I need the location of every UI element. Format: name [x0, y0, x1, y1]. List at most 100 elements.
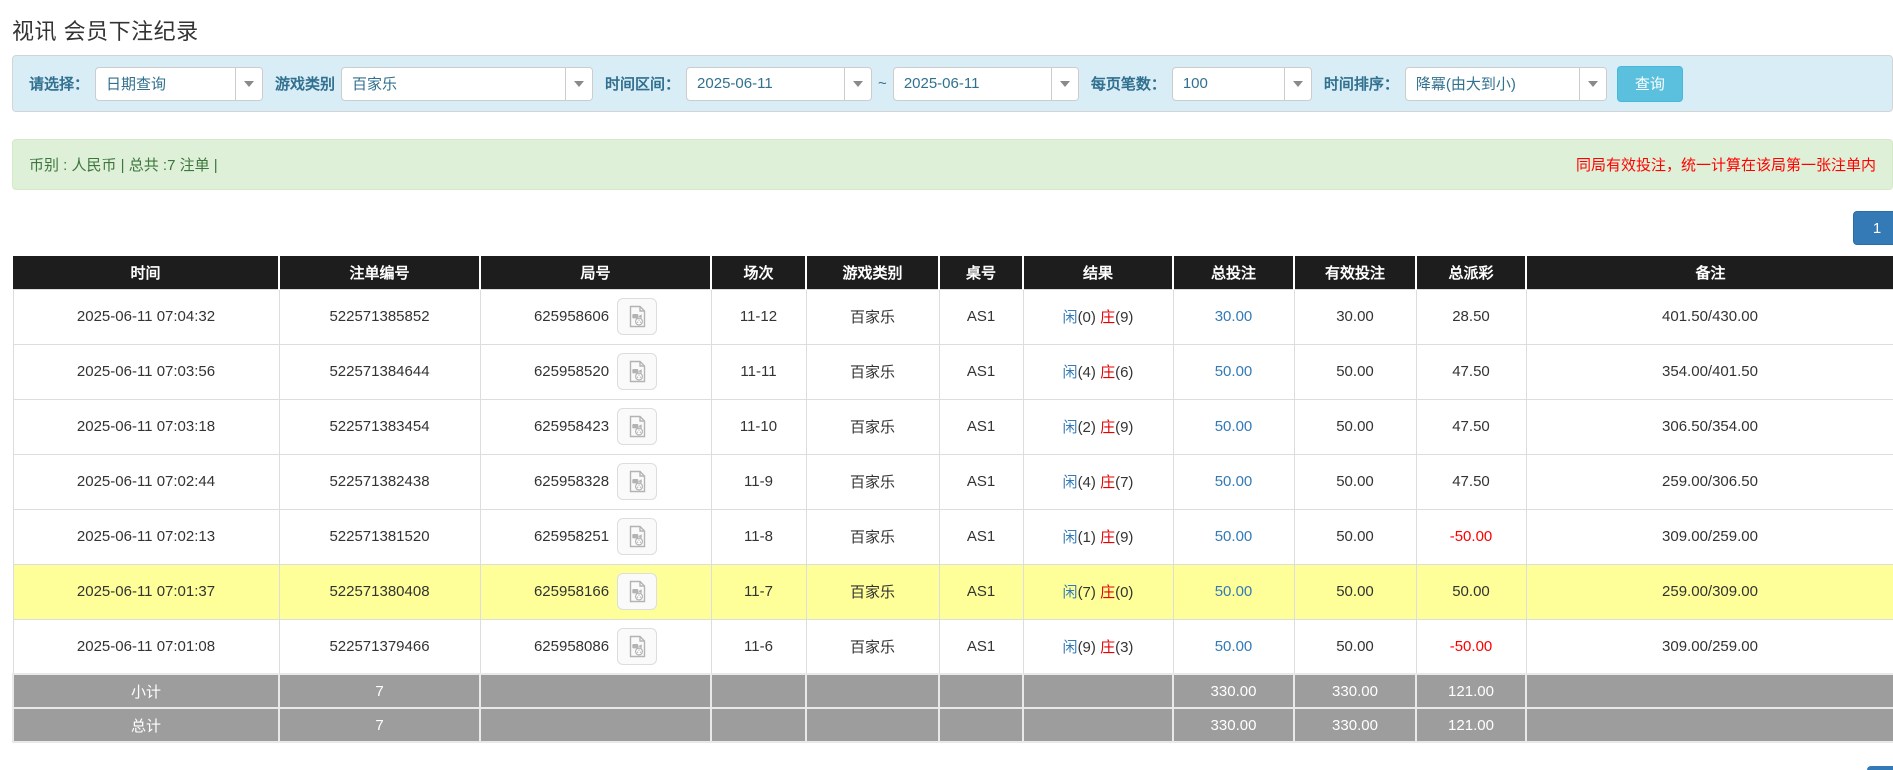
- column-header-7: 总投注: [1173, 256, 1294, 289]
- cell-result: 闲(7) 庄(0): [1023, 564, 1173, 619]
- total-bet-link[interactable]: 50.00: [1215, 363, 1253, 380]
- cell-result: 闲(2) 庄(9): [1023, 399, 1173, 454]
- subtotal-row-label: 小计: [13, 674, 279, 708]
- round-wrap: 625958166: [481, 573, 711, 610]
- total-bet-link[interactable]: 30.00: [1215, 308, 1253, 325]
- date-from-value: 2025-06-11: [687, 75, 844, 92]
- result-banker-label: 庄: [1100, 639, 1115, 656]
- cell-session: 11-11: [711, 344, 806, 399]
- round-wrap: 625958328: [481, 463, 711, 500]
- video-record-icon[interactable]: [617, 628, 657, 665]
- video-record-icon[interactable]: [617, 408, 657, 445]
- round-wrap: 625958423: [481, 408, 711, 445]
- currency-summary-text: 币别 : 人民币 | 总共 :7 注单 |: [29, 154, 218, 175]
- column-header-9: 总派彩: [1416, 256, 1526, 289]
- cell-valid-bet: 50.00: [1294, 344, 1416, 399]
- subtotal-row-valid-bet: 330.00: [1294, 674, 1416, 708]
- video-record-icon[interactable]: [617, 463, 657, 500]
- table-header: 时间注单编号局号场次游戏类别桌号结果总投注有效投注总派彩备注: [13, 256, 1893, 289]
- chevron-down-icon[interactable]: [844, 68, 871, 100]
- subtotal-row-empty-game: [806, 674, 939, 708]
- chevron-down-icon[interactable]: [1284, 68, 1311, 100]
- cell-note: 401.50/430.00: [1526, 289, 1893, 344]
- total-bet-link[interactable]: 50.00: [1215, 528, 1253, 545]
- cell-bet-id: 522571381520: [279, 509, 480, 564]
- cell-time: 2025-06-11 07:04:32: [13, 289, 279, 344]
- result-banker-label: 庄: [1100, 529, 1115, 546]
- result-banker-score: (9): [1115, 309, 1133, 326]
- pagination-bottom-partial[interactable]: [1867, 766, 1893, 770]
- chevron-down-icon[interactable]: [1579, 68, 1606, 100]
- per-page-select[interactable]: 100: [1172, 67, 1312, 101]
- round-number: 625958251: [534, 528, 609, 545]
- valid-bet-notice-text: 同局有效投注，统一计算在该局第一张注单内: [1576, 154, 1876, 175]
- pagination-page-button[interactable]: 1: [1853, 211, 1893, 245]
- query-type-value: 日期查询: [96, 73, 235, 94]
- cell-time: 2025-06-11 07:02:44: [13, 454, 279, 509]
- query-type-select[interactable]: 日期查询: [95, 67, 263, 101]
- cell-session: 11-8: [711, 509, 806, 564]
- cell-valid-bet: 30.00: [1294, 289, 1416, 344]
- total-row-empty-note: [1526, 708, 1893, 742]
- records-tbody: 2025-06-11 07:04:32522571385852625958606…: [13, 289, 1893, 742]
- cell-valid-bet: 50.00: [1294, 509, 1416, 564]
- cell-time: 2025-06-11 07:01:08: [13, 619, 279, 674]
- cell-total-bet: 50.00: [1173, 564, 1294, 619]
- round-number: 625958606: [534, 308, 609, 325]
- total-row-empty-session: [711, 708, 806, 742]
- cell-game-type: 百家乐: [806, 289, 939, 344]
- select-label: 请选择：: [29, 73, 89, 94]
- cell-table-no: AS1: [939, 399, 1023, 454]
- result-player-score: (1): [1078, 529, 1096, 546]
- chevron-down-icon[interactable]: [1051, 68, 1078, 100]
- cell-game-type: 百家乐: [806, 454, 939, 509]
- game-type-value: 百家乐: [342, 73, 565, 94]
- game-type-select[interactable]: 百家乐: [341, 67, 593, 101]
- cell-time: 2025-06-11 07:03:56: [13, 344, 279, 399]
- result-banker-label: 庄: [1100, 584, 1115, 601]
- cell-total-bet: 30.00: [1173, 289, 1294, 344]
- sort-label: 时间排序：: [1324, 73, 1399, 94]
- chevron-down-icon[interactable]: [235, 68, 262, 100]
- subtotal-row-payout: 121.00: [1416, 674, 1526, 708]
- cell-table-no: AS1: [939, 509, 1023, 564]
- sort-select[interactable]: 降冪(由大到小): [1405, 67, 1607, 101]
- cell-total-bet: 50.00: [1173, 399, 1294, 454]
- subtotal-row: 小计7330.00330.00121.00: [13, 674, 1893, 708]
- result-player-score: (9): [1078, 639, 1096, 656]
- cell-note: 259.00/309.00: [1526, 564, 1893, 619]
- cell-result: 闲(4) 庄(7): [1023, 454, 1173, 509]
- result-player-score: (0): [1078, 309, 1096, 326]
- video-record-icon[interactable]: [617, 298, 657, 335]
- date-from-select[interactable]: 2025-06-11: [686, 67, 872, 101]
- cell-time: 2025-06-11 07:03:18: [13, 399, 279, 454]
- video-record-icon[interactable]: [617, 518, 657, 555]
- cell-round-id: 625958166: [480, 564, 711, 619]
- cell-session: 11-7: [711, 564, 806, 619]
- video-record-icon[interactable]: [617, 573, 657, 610]
- subtotal-row-empty-session: [711, 674, 806, 708]
- result-banker-label: 庄: [1100, 474, 1115, 491]
- result-banker-score: (9): [1115, 529, 1133, 546]
- total-bet-link[interactable]: 50.00: [1215, 473, 1253, 490]
- round-number: 625958520: [534, 363, 609, 380]
- cell-payout: 28.50: [1416, 289, 1526, 344]
- cell-note: 309.00/259.00: [1526, 619, 1893, 674]
- sort-value: 降冪(由大到小): [1406, 73, 1579, 94]
- cell-note: 306.50/354.00: [1526, 399, 1893, 454]
- chevron-down-icon[interactable]: [565, 68, 592, 100]
- total-row-count: 7: [279, 708, 480, 742]
- total-bet-link[interactable]: 50.00: [1215, 418, 1253, 435]
- column-header-10: 备注: [1526, 256, 1893, 289]
- cell-table-no: AS1: [939, 619, 1023, 674]
- date-to-select[interactable]: 2025-06-11: [893, 67, 1079, 101]
- search-button[interactable]: 查询: [1617, 66, 1683, 102]
- total-bet-link[interactable]: 50.00: [1215, 638, 1253, 655]
- video-record-icon[interactable]: [617, 353, 657, 390]
- total-bet-link[interactable]: 50.00: [1215, 583, 1253, 600]
- result-player-score: (4): [1078, 364, 1096, 381]
- column-header-5: 桌号: [939, 256, 1023, 289]
- total-row-total-bet: 330.00: [1173, 708, 1294, 742]
- cell-round-id: 625958086: [480, 619, 711, 674]
- result-banker-label: 庄: [1100, 309, 1115, 326]
